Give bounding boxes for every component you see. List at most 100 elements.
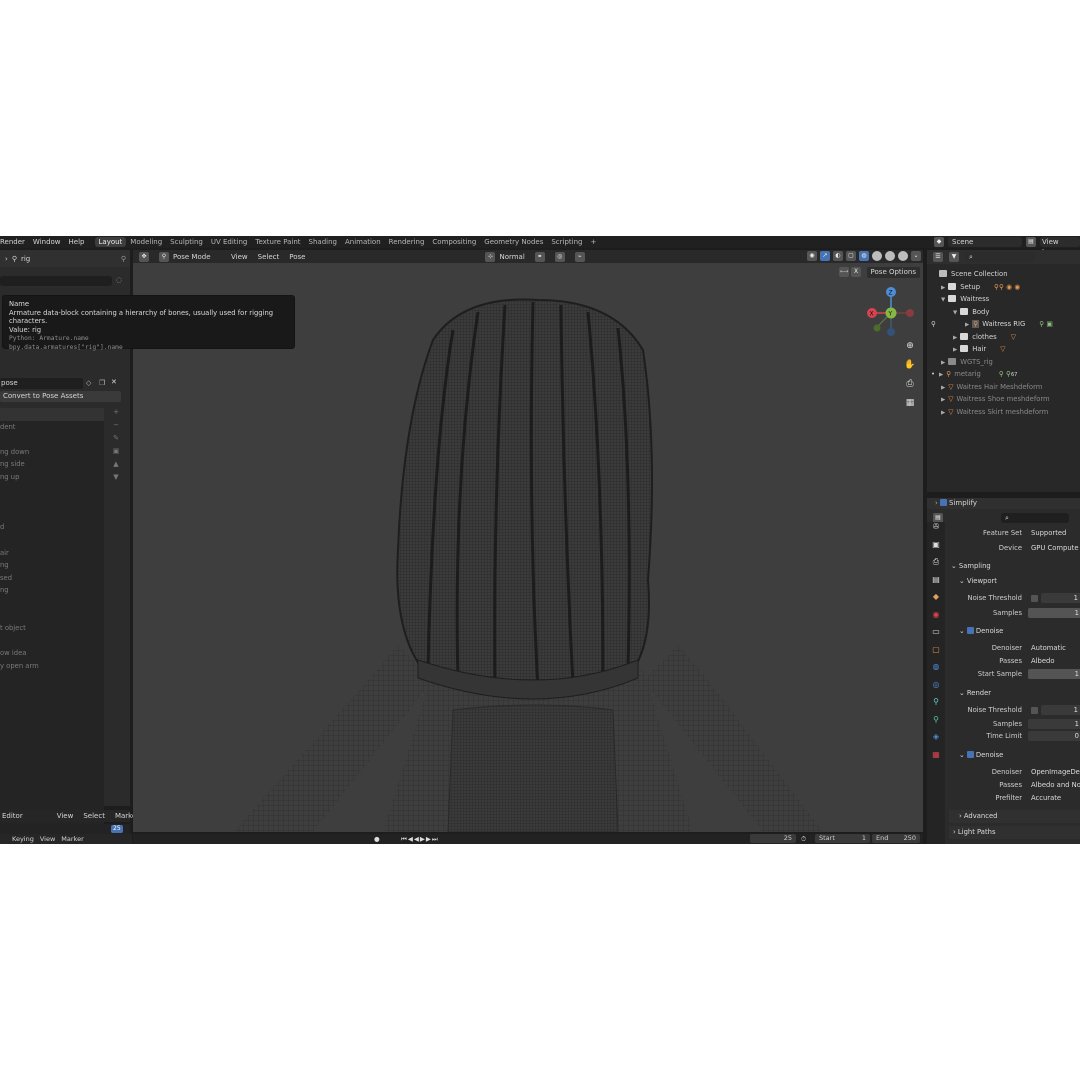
- r-passes-dropdown[interactable]: Albedo and Nor: [1028, 780, 1080, 790]
- timeline-view-menu[interactable]: View: [57, 812, 74, 820]
- tab-sculpting[interactable]: Sculpting: [166, 237, 207, 247]
- transform-orientation-dropdown[interactable]: Normal: [499, 253, 524, 261]
- viewport-select-menu[interactable]: Select: [258, 253, 280, 261]
- tab-shading[interactable]: Shading: [305, 237, 341, 247]
- timeline-strip[interactable]: 25: [0, 824, 130, 834]
- grid-ortho-icon[interactable]: ▦: [903, 398, 917, 417]
- properties-search-input[interactable]: ⌕: [1001, 513, 1069, 523]
- tab-texture-paint[interactable]: Texture Paint: [251, 237, 304, 247]
- menu-help[interactable]: Help: [69, 238, 85, 246]
- vp-denoiser-dropdown[interactable]: Automatic: [1028, 643, 1080, 653]
- r-denoiser-dropdown[interactable]: OpenImageDen: [1028, 767, 1080, 777]
- list-item[interactable]: [0, 433, 104, 446]
- scene-field[interactable]: Scene: [948, 237, 1022, 247]
- material-shading-icon[interactable]: [885, 251, 895, 261]
- list-item[interactable]: d: [0, 521, 104, 534]
- fake-user-shield-icon[interactable]: ◇: [86, 379, 91, 387]
- editor-type-icon[interactable]: ✥: [139, 251, 149, 262]
- light-paths-section-header[interactable]: › Light Paths: [949, 826, 1080, 839]
- outliner-row-clothes[interactable]: ▶ clothes ▽: [953, 331, 1016, 344]
- list-item[interactable]: t object: [0, 622, 104, 635]
- name-input[interactable]: [0, 276, 112, 286]
- list-item[interactable]: dent: [0, 421, 104, 434]
- add-workspace-button[interactable]: +: [586, 237, 600, 247]
- list-item[interactable]: ow idea: [0, 647, 104, 660]
- noise-threshold-checkbox[interactable]: [1031, 707, 1038, 714]
- feature-set-dropdown[interactable]: Supported: [1028, 528, 1080, 538]
- outliner-row-metarig[interactable]: • ▶ ⚲ metarig ⚲ ⚲67: [931, 368, 1017, 381]
- remove-icon[interactable]: −: [110, 421, 122, 434]
- scene-icon[interactable]: ◆: [934, 237, 944, 247]
- expand-icon[interactable]: ▶: [939, 372, 943, 378]
- r-denoise-header[interactable]: ⌄ Denoise: [959, 749, 1003, 762]
- pose-options-dropdown[interactable]: Pose Options: [866, 267, 920, 278]
- prefilter-dropdown[interactable]: Accurate: [1028, 793, 1080, 803]
- render-samples-value[interactable]: 1: [1028, 719, 1080, 729]
- output-tab-icon[interactable]: ⎙: [927, 557, 945, 575]
- magnet-icon[interactable]: ⌁: [574, 251, 585, 262]
- hand-pan-icon[interactable]: ✋: [903, 360, 917, 379]
- editor-type-label[interactable]: Editor: [2, 812, 23, 820]
- zoom-icon[interactable]: ⊕: [903, 341, 917, 360]
- outliner-row-waitress[interactable]: ▼ Waitress: [941, 293, 989, 306]
- menu-window[interactable]: Window: [33, 238, 61, 246]
- expand-icon[interactable]: ▶: [941, 385, 945, 391]
- start-sample-value[interactable]: 1: [1028, 669, 1080, 679]
- record-icon[interactable]: ●: [374, 835, 380, 843]
- time-limit-value[interactable]: 0: [1028, 731, 1080, 741]
- noise-threshold-checkbox[interactable]: [1031, 595, 1038, 602]
- collapse-icon[interactable]: ▼: [941, 297, 945, 303]
- navigation-gizmo[interactable]: Z X Y: [865, 285, 915, 340]
- solid-shading-icon[interactable]: [872, 251, 882, 261]
- render-subsection-header[interactable]: ⌄ Render: [959, 687, 991, 700]
- viewport-view-menu[interactable]: View: [231, 253, 248, 261]
- mode-dropdown[interactable]: Pose Mode: [173, 253, 221, 261]
- tab-rendering[interactable]: Rendering: [385, 237, 429, 247]
- viewport-subsection-header[interactable]: ⌄ Viewport: [959, 575, 997, 588]
- chevron-right-icon[interactable]: ›: [935, 499, 938, 507]
- tab-animation[interactable]: Animation: [341, 237, 385, 247]
- list-item[interactable]: [0, 509, 104, 522]
- overlay-icon[interactable]: ◐: [833, 251, 843, 261]
- tab-compositing[interactable]: Compositing: [428, 237, 480, 247]
- outliner-row-wgts-rig[interactable]: ▶ WGTS_rig: [941, 356, 993, 369]
- outliner-row-skirt-meshdeform[interactable]: ▶ ▽ Waitress Skirt meshdeform: [941, 406, 1048, 419]
- object-tab-icon[interactable]: ▢: [927, 645, 945, 663]
- view-layer-tab-icon[interactable]: ▤: [927, 575, 945, 593]
- noise-threshold-value[interactable]: 1: [1041, 705, 1080, 715]
- outliner-row-hair[interactable]: ▶ Hair ▽: [953, 343, 1005, 356]
- tab-layout[interactable]: Layout: [94, 237, 127, 247]
- render-tab-icon[interactable]: ▣: [927, 540, 945, 558]
- expand-icon[interactable]: ▶: [953, 335, 957, 341]
- list-item[interactable]: [0, 635, 104, 648]
- simplify-panel-header[interactable]: › Simplify: [927, 498, 1080, 509]
- snap-icon[interactable]: ⚭: [534, 251, 545, 262]
- move-up-icon[interactable]: ▲: [110, 460, 122, 473]
- list-item[interactable]: air: [0, 547, 104, 560]
- tab-modeling[interactable]: Modeling: [126, 237, 166, 247]
- expand-icon[interactable]: ▶: [965, 322, 969, 328]
- armature-name[interactable]: rig: [21, 255, 30, 263]
- texture-tab-icon[interactable]: ▦: [927, 750, 945, 768]
- tab-uv-editing[interactable]: UV Editing: [207, 237, 252, 247]
- expand-icon[interactable]: ▶: [941, 410, 945, 416]
- menu-render[interactable]: Render: [0, 238, 25, 246]
- viewport-pose-menu[interactable]: Pose: [289, 253, 305, 261]
- expand-icon[interactable]: ▶: [941, 360, 945, 366]
- outliner-row-body[interactable]: ▼ Body: [953, 306, 989, 319]
- shield-icon[interactable]: ◌: [116, 276, 122, 284]
- tab-scripting[interactable]: Scripting: [547, 237, 586, 247]
- tool-tab-icon[interactable]: ✇: [927, 522, 945, 540]
- outliner-row-setup[interactable]: ▶ Setup ⚲⚲ ◉ ◉: [941, 281, 1020, 294]
- noise-threshold-value[interactable]: 1: [1041, 593, 1080, 603]
- close-icon[interactable]: ✕: [111, 378, 117, 386]
- expand-icon[interactable]: ▶: [941, 397, 945, 403]
- collapse-icon[interactable]: ▼: [953, 310, 957, 316]
- expand-icon[interactable]: ▶: [941, 285, 945, 291]
- list-item[interactable]: sed: [0, 572, 104, 585]
- select-icon[interactable]: ▣: [110, 447, 122, 460]
- list-item[interactable]: [0, 496, 104, 509]
- filter-icon[interactable]: ▼: [949, 252, 959, 262]
- playback-marker-menu[interactable]: Marker: [61, 835, 83, 843]
- list-item[interactable]: ng: [0, 584, 104, 597]
